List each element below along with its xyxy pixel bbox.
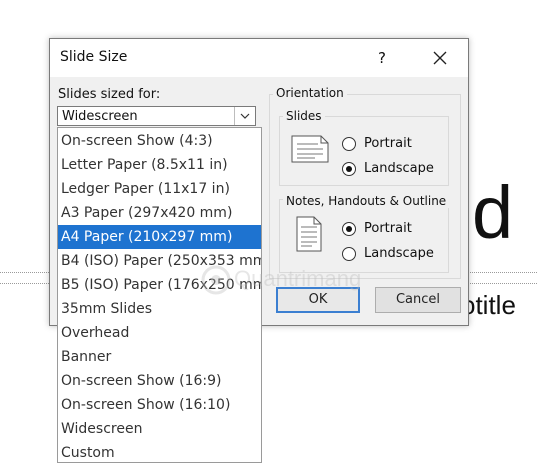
- dropdown-option[interactable]: On-screen Show (16:10): [58, 393, 261, 417]
- portrait-page-icon: [296, 216, 322, 252]
- dropdown-option-selected[interactable]: A4 Paper (210x297 mm): [58, 225, 261, 249]
- dialog-title: Slide Size: [60, 49, 128, 65]
- dropdown-option[interactable]: On-screen Show (4:3): [58, 129, 261, 153]
- slides-portrait-label: Portrait: [364, 136, 412, 151]
- watermark-text: Quantrimang: [234, 266, 362, 291]
- dropdown-option[interactable]: Custom: [58, 441, 261, 462]
- dropdown-option[interactable]: Banner: [58, 345, 261, 369]
- slides-landscape-label: Landscape: [364, 161, 434, 176]
- notes-orientation-label: Notes, Handouts & Outline: [283, 194, 450, 208]
- dropdown-option[interactable]: On-screen Show (16:9): [58, 369, 261, 393]
- slides-landscape-radio[interactable]: [342, 162, 356, 176]
- slides-portrait-radio[interactable]: [342, 137, 356, 151]
- close-icon: [433, 51, 447, 65]
- help-button[interactable]: ?: [368, 47, 396, 69]
- slides-orientation-label: Slides: [283, 109, 325, 123]
- slides-sized-for-value: Widescreen: [62, 109, 138, 124]
- orientation-label: Orientation: [273, 86, 347, 100]
- landscape-page-icon: [291, 135, 329, 163]
- chevron-down-icon: [240, 113, 250, 119]
- dropdown-option[interactable]: Ledger Paper (11x17 in): [58, 177, 261, 201]
- notes-landscape-label: Landscape: [364, 246, 434, 261]
- watermark: Quantrimang: [200, 262, 400, 302]
- slides-sized-for-select[interactable]: Widescreen: [57, 106, 256, 126]
- dropdown-option[interactable]: Widescreen: [58, 417, 261, 441]
- slides-sized-for-label: Slides sized for:: [58, 87, 161, 102]
- slide-title-fragment: d: [472, 171, 514, 254]
- watermark-logo-icon: [201, 265, 231, 295]
- dropdown-option[interactable]: A3 Paper (297x420 mm): [58, 201, 261, 225]
- notes-landscape-radio[interactable]: [342, 247, 356, 261]
- dropdown-option[interactable]: Overhead: [58, 321, 261, 345]
- slide-subtitle-fragment: otitle: [461, 290, 516, 320]
- dropdown-option[interactable]: Letter Paper (8.5x11 in): [58, 153, 261, 177]
- dropdown-toggle[interactable]: [234, 107, 255, 125]
- notes-portrait-radio[interactable]: [342, 222, 356, 236]
- dialog-titlebar: Slide Size ?: [50, 39, 468, 77]
- close-button[interactable]: [426, 47, 454, 69]
- notes-portrait-label: Portrait: [364, 221, 412, 236]
